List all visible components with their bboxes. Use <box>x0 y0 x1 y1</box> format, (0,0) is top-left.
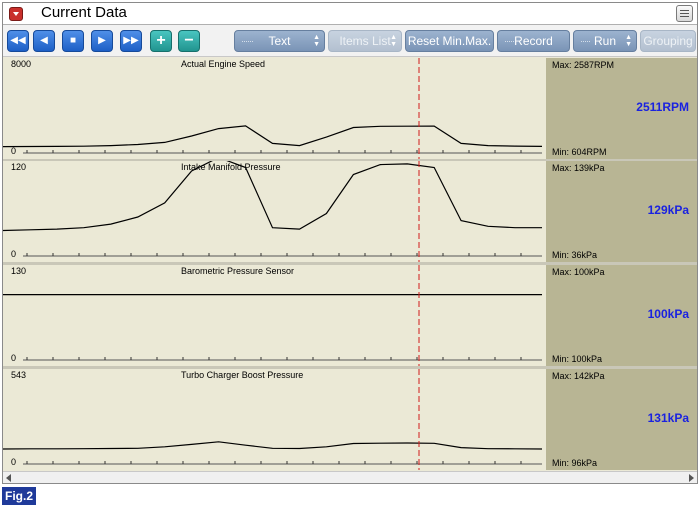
min-label: Min: 36kPa <box>552 250 598 260</box>
min-label: Min: 604RPM <box>552 147 607 157</box>
chart-area: 8000 0 Actual Engine Speed Max: 2587RPM 2511… <box>3 58 697 471</box>
y-min-tick-label: 0 <box>11 146 17 156</box>
run-select[interactable]: ····· Run ▲ ▼ <box>573 30 637 52</box>
parameter-name: Turbo Charger Boost Pressure <box>181 370 304 380</box>
minus-icon: − <box>184 32 194 49</box>
y-max-tick-label: 120 <box>11 162 27 172</box>
max-label: Max: 139kPa <box>552 163 605 173</box>
chart-pane: 543 0 Turbo Charger Boost Pressure Max: 142… <box>3 369 697 470</box>
max-label: Max: 142kPa <box>552 371 605 381</box>
scroll-left-icon[interactable] <box>6 474 11 482</box>
zoom-in-button[interactable]: + <box>150 30 172 52</box>
list-menu-icon[interactable] <box>676 5 693 22</box>
parameter-name: Intake Manifold Pressure <box>181 162 281 172</box>
plus-icon: + <box>156 32 166 49</box>
items-list-label: Items List <box>339 34 391 48</box>
plot-area: 8000 0 Actual Engine Speed <box>3 58 546 159</box>
rewind-button[interactable]: ◀◀ <box>7 30 29 52</box>
current-value: 129kPa <box>647 203 689 217</box>
max-label: Max: 2587RPM <box>552 60 615 70</box>
plot-area: 543 0 Turbo Charger Boost Pressure <box>3 369 546 470</box>
value-panel: Max: 2587RPM 2511RPM Min: 604RPM <box>546 58 697 159</box>
y-min-tick-label: 0 <box>11 249 17 259</box>
grouping-label: Grouping <box>643 34 693 48</box>
items-list-select[interactable]: Items List ▲ ▼ <box>328 30 402 52</box>
scroll-right-icon[interactable] <box>689 474 694 482</box>
plot-svg <box>3 369 543 470</box>
parameter-name: Actual Engine Speed <box>181 59 266 69</box>
spinner-arrows-icon: ▲ ▼ <box>625 34 632 48</box>
spinner-arrows-icon: ▲ ▼ <box>313 34 320 48</box>
y-max-tick-label: 543 <box>11 370 27 380</box>
series-line <box>3 125 543 148</box>
dropdown-menu-icon[interactable] <box>9 7 23 21</box>
plot-svg <box>3 265 542 366</box>
chart-pane: 130 0 Barometric Pressure Sensor Max: 100kP… <box>3 265 697 366</box>
plot-svg <box>3 161 542 262</box>
figure-label: Fig.2 <box>2 487 37 505</box>
text-mode-label: Text <box>268 34 291 48</box>
toolbar: ◀◀ ◀ ■ ▶ ▶▶ + − ······ Text ▲ ▼ Items Lis… <box>3 25 697 57</box>
record-button[interactable]: ····· Record <box>497 30 570 52</box>
stop-button[interactable]: ■ <box>62 30 84 52</box>
run-label: Run <box>593 34 616 48</box>
play-button[interactable]: ▶ <box>91 30 113 52</box>
horizontal-scrollbar[interactable] <box>3 471 697 483</box>
current-value: 100kPa <box>647 307 689 321</box>
record-label: Record <box>514 34 553 48</box>
value-panel: Max: 139kPa 129kPa Min: 36kPa <box>546 161 697 262</box>
value-panel: Max: 100kPa 100kPa Min: 100kPa <box>546 265 697 366</box>
y-max-tick-label: 130 <box>11 266 27 276</box>
spinner-arrows-icon: ▲ ▼ <box>390 34 397 48</box>
text-mode-select[interactable]: ······ Text ▲ ▼ <box>234 30 325 52</box>
current-value: 2511RPM <box>636 100 689 114</box>
chart-pane: 8000 0 Actual Engine Speed Max: 2587RPM 2511… <box>3 58 697 159</box>
plot-area: 120 0 Intake Manifold Pressure <box>3 161 546 262</box>
parameter-name: Barometric Pressure Sensor <box>181 266 295 276</box>
value-panel: Max: 142kPa 131kPa Min: 96kPa <box>546 369 697 470</box>
current-value: 131kPa <box>647 411 689 425</box>
title-bar: Current Data <box>3 3 697 25</box>
grip-icon: ······ <box>241 36 254 46</box>
app-window: Current Data ◀◀ ◀ ■ ▶ ▶▶ + − ······ Text… <box>2 2 698 484</box>
zoom-out-button[interactable]: − <box>178 30 200 52</box>
min-label: Min: 100kPa <box>552 354 603 364</box>
window-title: Current Data <box>41 4 127 21</box>
step-back-button[interactable]: ◀ <box>33 30 55 52</box>
series-line <box>3 441 543 450</box>
min-label: Min: 96kPa <box>552 458 598 468</box>
y-min-tick-label: 0 <box>11 457 17 467</box>
play-icon: ▶ <box>98 35 106 46</box>
grouping-button[interactable]: Grouping <box>640 30 696 52</box>
plot-area: 130 0 Barometric Pressure Sensor <box>3 265 546 366</box>
y-min-tick-label: 0 <box>11 353 17 363</box>
chart-pane: 120 0 Intake Manifold Pressure Max: 139kPa 1… <box>3 161 697 262</box>
plot-svg <box>3 58 543 159</box>
reset-min-max-button[interactable]: Reset Min.Max. <box>405 30 494 52</box>
stop-icon: ■ <box>69 35 77 46</box>
max-label: Max: 100kPa <box>552 267 605 277</box>
fast-forward-button[interactable]: ▶▶ <box>120 30 142 52</box>
y-max-tick-label: 8000 <box>11 59 32 69</box>
fast-forward-icon: ▶▶ <box>123 35 139 46</box>
rewind-icon: ◀◀ <box>10 35 26 46</box>
reset-min-max-label: Reset Min.Max. <box>407 34 492 48</box>
step-back-icon: ◀ <box>40 35 48 46</box>
grip-icon: ····· <box>504 36 515 46</box>
grip-icon: ····· <box>580 36 591 46</box>
